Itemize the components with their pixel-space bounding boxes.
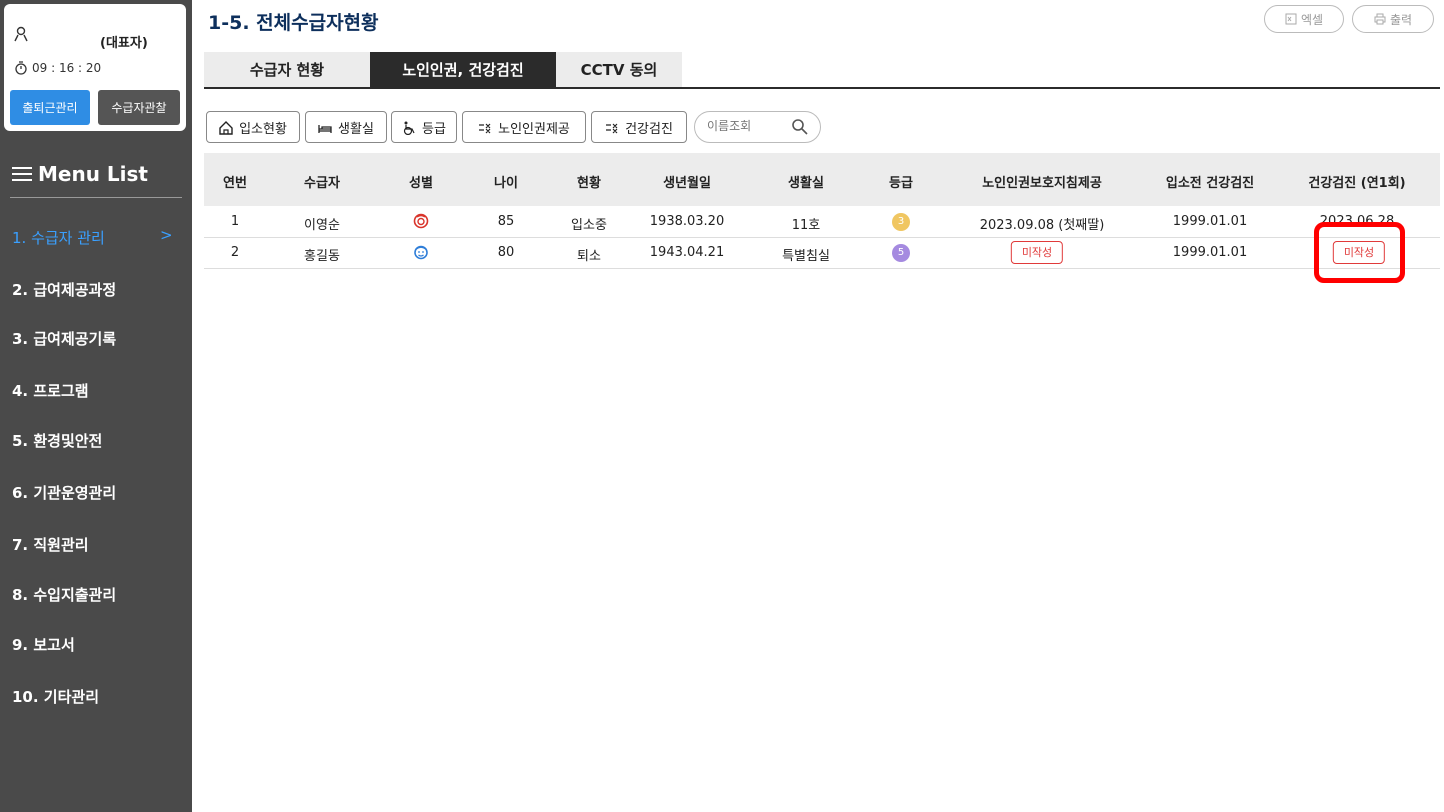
page-title: 1-5. 전체수급자현황	[208, 12, 379, 34]
col-room: 생활실	[788, 176, 824, 191]
cell-age: 80	[497, 245, 515, 260]
col-name: 수급자	[304, 176, 340, 191]
col-birth: 생년월일	[663, 176, 711, 191]
chevron-right-icon: >	[160, 226, 173, 244]
observe-button[interactable]: 수급자관찰	[98, 90, 180, 125]
col-annual-check: 건강검진 (연1회)	[1308, 176, 1406, 191]
print-button[interactable]: 출력	[1352, 5, 1434, 33]
menu-item-etc[interactable]: 10. 기타관리	[12, 686, 99, 707]
menu-item-safety[interactable]: 5. 환경및안전	[12, 430, 102, 451]
print-label: 출력	[1389, 12, 1413, 27]
cell-status: 입소중	[571, 218, 607, 233]
checklist-icon	[606, 123, 618, 133]
cell-pre-check: 1999.01.01	[1172, 214, 1248, 229]
name-search-input[interactable]	[707, 119, 787, 133]
wheelchair-icon	[403, 121, 415, 135]
bed-icon	[318, 124, 332, 133]
filter-room-label: 생활실	[338, 120, 374, 136]
col-rights: 노인인권보호지침제공	[982, 176, 1102, 191]
menu-item-benefit-record[interactable]: 3. 급여제공기록	[12, 328, 116, 349]
tab-cctv[interactable]: CCTV 동의	[556, 52, 682, 88]
sidebar: (대표자) 09 : 16 : 20 출퇴근관리 수급자관찰 Menu List…	[0, 0, 192, 812]
menu-title: Menu List	[12, 162, 148, 186]
checklist-icon	[479, 123, 491, 133]
cell-status: 퇴소	[577, 249, 601, 264]
timer-value: 09 : 16 : 20	[32, 61, 102, 75]
table-row[interactable]: 2 홍길동 80 퇴소 1943.04.21 특별침실 5 미작성 1999.0…	[204, 238, 1440, 269]
cell-no: 2	[230, 245, 240, 260]
search-icon[interactable]	[791, 118, 809, 136]
cell-name: 이영순	[304, 218, 340, 233]
excel-button[interactable]: 엑셀	[1264, 5, 1344, 33]
tab-rights-health[interactable]: 노인인권, 건강검진	[370, 52, 556, 88]
col-grade: 등급	[889, 176, 913, 191]
cell-room: 특별침실	[782, 249, 830, 264]
attendance-button[interactable]: 출퇴근관리	[10, 90, 90, 125]
menu-item-recipient[interactable]: 1. 수급자 관리	[12, 227, 105, 248]
cell-birth: 1938.03.20	[649, 214, 725, 229]
table-header: 연번 수급자 성별 나이 현황 생년월일 생활실 등급 노인인권보호지침제공 입…	[204, 153, 1440, 206]
rights-unwritten-button[interactable]: 미작성	[1010, 241, 1064, 264]
cell-age: 85	[497, 214, 515, 229]
cell-rights: 2023.09.08 (첫째딸)	[979, 218, 1105, 233]
filter-rights-button[interactable]: 노인인권제공	[462, 111, 586, 143]
col-pre-check: 입소전 건강검진	[1165, 176, 1255, 191]
menu-item-org[interactable]: 6. 기관운영관리	[12, 482, 116, 503]
tab-underline	[204, 87, 1440, 89]
filter-room-button[interactable]: 생활실	[305, 111, 387, 143]
filter-admission-button[interactable]: 입소현황	[206, 111, 300, 143]
menu-item-finance[interactable]: 8. 수입지출관리	[12, 584, 116, 605]
col-age: 나이	[494, 176, 518, 191]
table-row[interactable]: 1 이영순 85 입소중 1938.03.20 11호 3 2023.09.08…	[204, 207, 1440, 238]
cell-no: 1	[230, 214, 240, 229]
user-icon	[14, 26, 28, 42]
menu-item-report[interactable]: 9. 보고서	[12, 634, 75, 655]
col-no: 연번	[223, 176, 247, 191]
cell-room: 11호	[791, 218, 821, 233]
menu-title-label: Menu List	[38, 162, 148, 186]
menu-icon	[12, 167, 32, 181]
user-role: (대표자)	[100, 36, 148, 51]
highlight-box	[1314, 222, 1405, 283]
name-search	[694, 111, 821, 143]
cell-birth: 1943.04.21	[649, 245, 725, 260]
grade-badge: 3	[892, 213, 910, 231]
excel-label: 엑셀	[1300, 12, 1324, 27]
timer-icon	[15, 61, 27, 75]
filter-grade-button[interactable]: 등급	[391, 111, 457, 143]
tab-recipient-status[interactable]: 수급자 현황	[204, 52, 370, 88]
col-gender: 성별	[409, 176, 433, 191]
menu-item-benefit-process[interactable]: 2. 급여제공과정	[12, 279, 116, 300]
grade-badge: 5	[892, 244, 910, 262]
cell-pre-check: 1999.01.01	[1172, 245, 1248, 260]
menu-item-staff[interactable]: 7. 직원관리	[12, 534, 89, 555]
user-card: (대표자) 09 : 16 : 20 출퇴근관리 수급자관찰	[4, 4, 186, 131]
filter-rights-label: 노인인권제공	[498, 120, 570, 136]
excel-icon	[1285, 13, 1297, 24]
filter-health-button[interactable]: 건강검진	[591, 111, 687, 143]
home-icon	[219, 120, 233, 135]
filter-health-label: 건강검진	[625, 120, 673, 136]
col-status: 현황	[577, 176, 601, 191]
female-icon	[413, 213, 429, 229]
male-icon	[414, 245, 428, 260]
cell-name: 홍길동	[304, 249, 340, 264]
menu-item-program[interactable]: 4. 프로그램	[12, 380, 89, 401]
filter-admission-label: 입소현황	[239, 120, 287, 136]
filter-grade-label: 등급	[422, 120, 446, 136]
menu-divider	[10, 197, 182, 198]
printer-icon	[1374, 13, 1386, 24]
